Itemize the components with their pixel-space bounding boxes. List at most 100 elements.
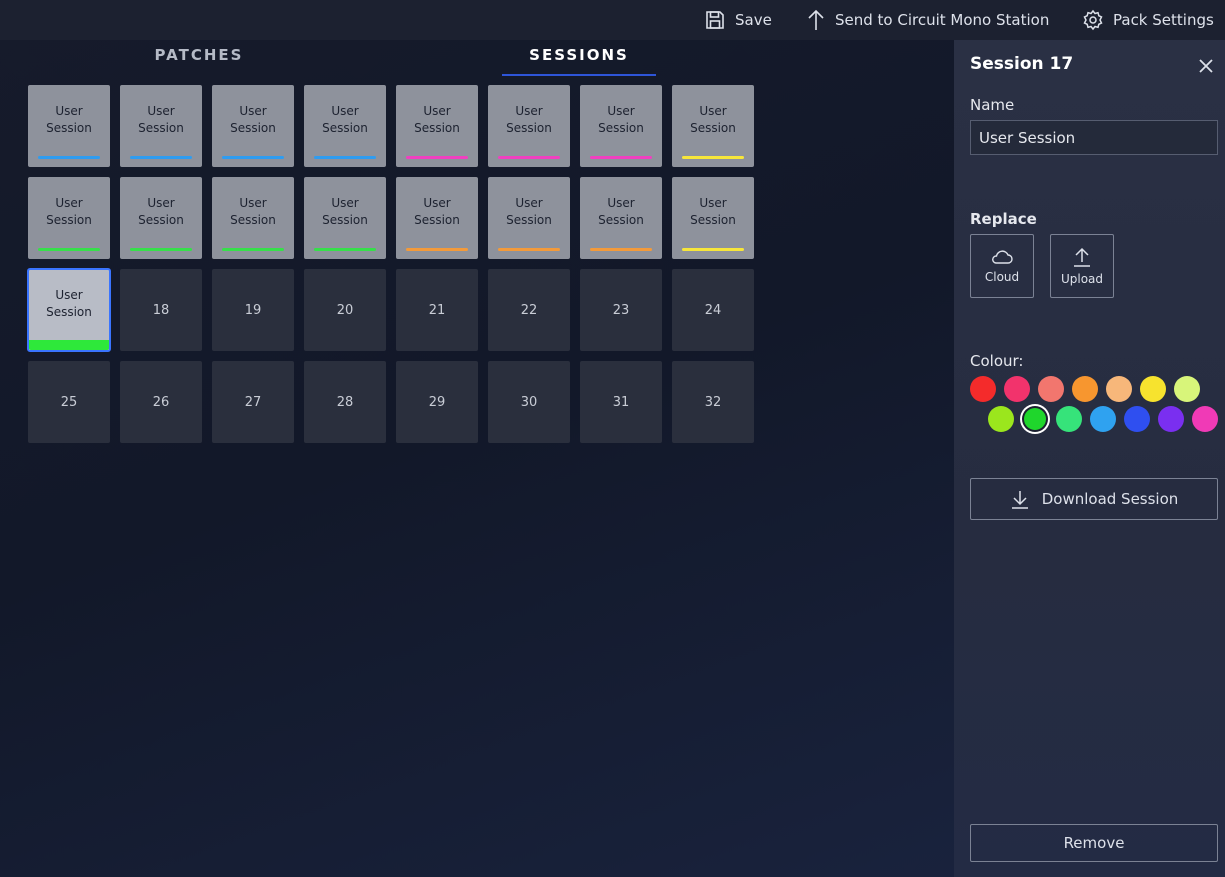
send-to-device-button[interactable]: Send to Circuit Mono Station: [806, 0, 1049, 40]
session-slot[interactable]: User Session: [488, 85, 570, 167]
session-slot[interactable]: User Session: [672, 177, 754, 259]
session-slot-empty[interactable]: 18: [120, 269, 202, 351]
session-slot-empty[interactable]: 25: [28, 361, 110, 443]
session-slot-label: User Session: [414, 104, 460, 135]
session-slot-empty[interactable]: 31: [580, 361, 662, 443]
close-icon[interactable]: [1197, 57, 1215, 75]
session-slot-empty[interactable]: 21: [396, 269, 478, 351]
session-slot-empty[interactable]: 20: [304, 269, 386, 351]
colour-swatch[interactable]: [1038, 376, 1064, 402]
session-slot-empty[interactable]: 22: [488, 269, 570, 351]
session-slot-empty[interactable]: 28: [304, 361, 386, 443]
session-slot-number: 31: [612, 394, 630, 410]
session-slot-number: 24: [704, 302, 722, 318]
pack-settings-label: Pack Settings: [1113, 11, 1214, 29]
session-colour-bar: [682, 248, 744, 251]
session-slot-selected[interactable]: User Session: [27, 268, 111, 352]
download-label: Download Session: [1041, 490, 1179, 508]
session-slot-number: 26: [152, 394, 170, 410]
session-slot-number: 27: [244, 394, 262, 410]
session-slot[interactable]: User Session: [304, 177, 386, 259]
tab-patches[interactable]: PATCHES: [110, 46, 288, 74]
session-slot[interactable]: User Session: [120, 177, 202, 259]
session-slot-label: User Session: [138, 196, 184, 227]
colour-swatch[interactable]: [1024, 408, 1046, 430]
upload-label: Upload: [1060, 271, 1104, 286]
session-slot-label: User Session: [230, 196, 276, 227]
session-slot[interactable]: User Session: [28, 85, 110, 167]
session-slot[interactable]: User Session: [580, 85, 662, 167]
colour-swatch[interactable]: [1106, 376, 1132, 402]
session-slot-empty[interactable]: 27: [212, 361, 294, 443]
colour-swatch[interactable]: [988, 406, 1014, 432]
session-colour-bar: [38, 248, 100, 251]
session-detail-panel: Session 17 Name Replace Cloud Upload Col…: [954, 40, 1225, 877]
session-slot[interactable]: User Session: [120, 85, 202, 167]
session-colour-bar: [222, 156, 284, 159]
session-slot-empty[interactable]: 19: [212, 269, 294, 351]
session-slot-label: User Session: [230, 104, 276, 135]
colour-swatch[interactable]: [1090, 406, 1116, 432]
session-slot[interactable]: User Session: [672, 85, 754, 167]
name-input[interactable]: [970, 120, 1218, 155]
colour-swatch[interactable]: [1004, 376, 1030, 402]
replace-upload-button[interactable]: Upload: [1050, 234, 1114, 298]
session-slot[interactable]: User Session: [304, 85, 386, 167]
session-slot-empty[interactable]: 26: [120, 361, 202, 443]
replace-label: Replace: [970, 210, 1037, 228]
colour-swatch[interactable]: [1192, 406, 1218, 432]
session-colour-bar: [406, 248, 468, 251]
session-slot-label: User Session: [690, 104, 736, 135]
session-slot-label: User Session: [46, 196, 92, 227]
top-toolbar: Save Send to Circuit Mono Station Pack S…: [0, 0, 1225, 40]
download-session-button[interactable]: Download Session: [970, 478, 1218, 520]
save-label: Save: [735, 11, 772, 29]
session-slot-number: 29: [428, 394, 446, 410]
colour-swatch[interactable]: [1174, 376, 1200, 402]
session-slot-label: User Session: [322, 196, 368, 227]
session-colour-bar: [498, 156, 560, 159]
session-slot[interactable]: User Session: [580, 177, 662, 259]
send-label: Send to Circuit Mono Station: [835, 11, 1050, 29]
session-slot-label: User Session: [506, 104, 552, 135]
session-slot-empty[interactable]: 32: [672, 361, 754, 443]
remove-button[interactable]: Remove: [970, 824, 1218, 862]
colour-label: Colour:: [970, 352, 1024, 370]
session-slot-label: User Session: [598, 104, 644, 135]
colour-swatch[interactable]: [1158, 406, 1184, 432]
session-slot-empty[interactable]: 23: [580, 269, 662, 351]
replace-cloud-button[interactable]: Cloud: [970, 234, 1034, 298]
session-slot[interactable]: User Session: [212, 85, 294, 167]
session-slot-number: 23: [612, 302, 630, 318]
pack-settings-button[interactable]: Pack Settings: [1082, 0, 1214, 40]
session-slot-empty[interactable]: 29: [396, 361, 478, 443]
session-slot[interactable]: User Session: [488, 177, 570, 259]
colour-swatch[interactable]: [1140, 376, 1166, 402]
arrow-up-icon: [808, 9, 824, 30]
colour-swatch[interactable]: [970, 376, 996, 402]
tab-sessions[interactable]: SESSIONS: [502, 46, 656, 76]
session-slot-empty[interactable]: 24: [672, 269, 754, 351]
colour-swatch[interactable]: [1072, 376, 1098, 402]
cloud-label: Cloud: [984, 269, 1020, 284]
session-colour-bar: [130, 248, 192, 251]
session-slot-number: 20: [336, 302, 354, 318]
session-slot-empty[interactable]: 30: [488, 361, 570, 443]
session-slot[interactable]: User Session: [396, 85, 478, 167]
session-colour-bar: [130, 156, 192, 159]
colour-swatch[interactable]: [1056, 406, 1082, 432]
session-slot-label: User Session: [46, 104, 92, 135]
session-colour-bar: [314, 248, 376, 251]
session-colour-bar: [222, 248, 284, 251]
session-slot[interactable]: User Session: [28, 177, 110, 259]
session-slot-number: 25: [60, 394, 78, 410]
session-slot[interactable]: User Session: [396, 177, 478, 259]
session-slot-label: User Session: [138, 104, 184, 135]
save-button[interactable]: Save: [704, 0, 772, 40]
session-slot[interactable]: User Session: [212, 177, 294, 259]
gear-icon: [1083, 9, 1103, 31]
session-colour-bar: [314, 156, 376, 159]
colour-swatch[interactable]: [1124, 406, 1150, 432]
session-colour-bar: [498, 248, 560, 251]
session-colour-bar: [590, 156, 652, 159]
